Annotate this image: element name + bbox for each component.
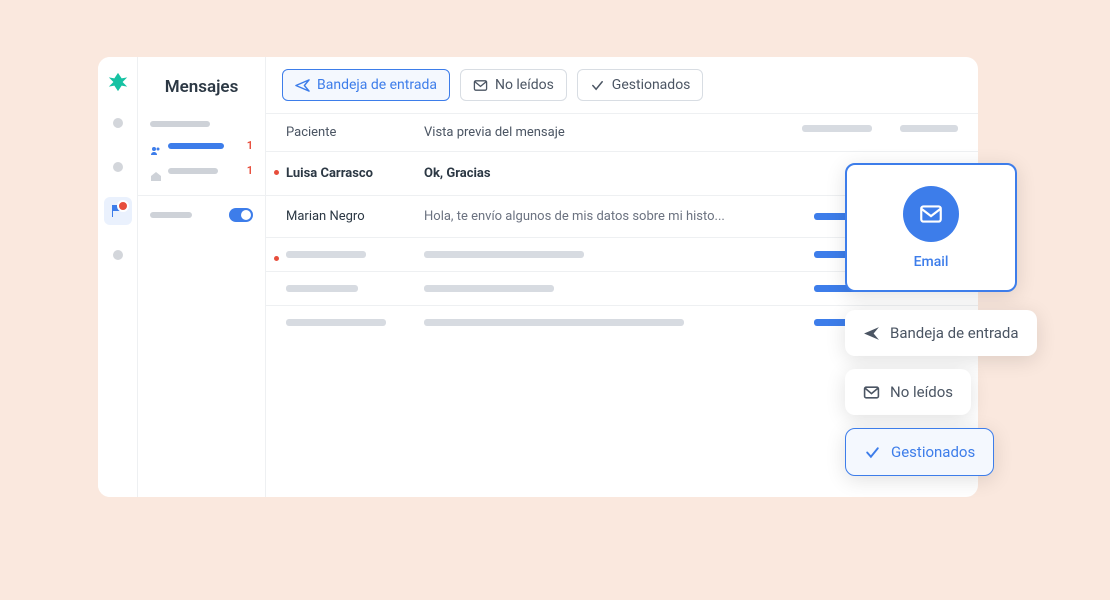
- tab-unread[interactable]: No leídos: [460, 69, 567, 101]
- logo-icon: [107, 71, 129, 93]
- sidebar-count-2: 1: [247, 164, 253, 177]
- sidebar-item-3[interactable]: 1: [138, 158, 265, 183]
- sidebar-item-1[interactable]: [138, 115, 265, 133]
- send-icon: [863, 325, 880, 342]
- mail-icon: [473, 78, 488, 93]
- mail-icon: [863, 384, 880, 401]
- col-placeholder-2: [900, 125, 958, 132]
- nav-rail: [98, 57, 138, 497]
- column-headers: Paciente Vista previa del mensaje: [266, 114, 978, 152]
- row-2-preview: Hola, te envío algunos de mis datos sobr…: [424, 209, 814, 224]
- toggle-switch[interactable]: [229, 208, 253, 222]
- popover-managed[interactable]: Gestionados: [845, 428, 994, 476]
- sidebar-item-2[interactable]: 1: [138, 133, 265, 158]
- email-label: Email: [914, 254, 949, 270]
- rail-item-1[interactable]: [104, 109, 132, 137]
- popover-managed-label: Gestionados: [891, 443, 975, 461]
- rail-item-4[interactable]: [104, 241, 132, 269]
- house-icon: [150, 166, 162, 176]
- popover-inbox[interactable]: Bandeja de entrada: [845, 310, 1037, 356]
- people-icon: [150, 141, 162, 151]
- tab-inbox-label: Bandeja de entrada: [317, 77, 437, 93]
- sidebar-count-1: 1: [247, 139, 253, 152]
- popover-unread-label: No leídos: [890, 383, 953, 401]
- col-preview: Vista previa del mensaje: [424, 125, 802, 140]
- notification-badge: [117, 200, 129, 212]
- tab-bar: Bandeja de entrada No leídos Gestionados: [266, 57, 978, 114]
- unread-dot-icon: [274, 170, 279, 175]
- popover-unread[interactable]: No leídos: [845, 369, 971, 415]
- flag-icon: [110, 203, 126, 219]
- sidebar-title: Mensajes: [138, 57, 265, 115]
- rail-item-messages[interactable]: [104, 197, 132, 225]
- unread-dot-icon: [274, 256, 279, 261]
- email-circle-icon: [903, 186, 959, 242]
- check-icon: [864, 444, 881, 461]
- tab-managed-label: Gestionados: [612, 77, 691, 93]
- check-icon: [590, 78, 605, 93]
- row-2-patient: Marian Negro: [286, 209, 424, 224]
- tab-managed[interactable]: Gestionados: [577, 69, 704, 101]
- sidebar: Mensajes 1 1: [138, 57, 266, 497]
- popover-inbox-label: Bandeja de entrada: [890, 324, 1019, 342]
- tab-unread-label: No leídos: [495, 77, 554, 93]
- row-1-preview: Ok, Gracias: [424, 166, 878, 181]
- row-1-patient: Luisa Carrasco: [286, 166, 424, 181]
- col-patient: Paciente: [286, 125, 424, 140]
- rail-item-2[interactable]: [104, 153, 132, 181]
- send-icon: [295, 78, 310, 93]
- sidebar-toggle-row: [138, 208, 265, 222]
- email-card[interactable]: Email: [845, 163, 1017, 292]
- col-placeholder-1: [802, 125, 872, 132]
- tab-inbox[interactable]: Bandeja de entrada: [282, 69, 450, 101]
